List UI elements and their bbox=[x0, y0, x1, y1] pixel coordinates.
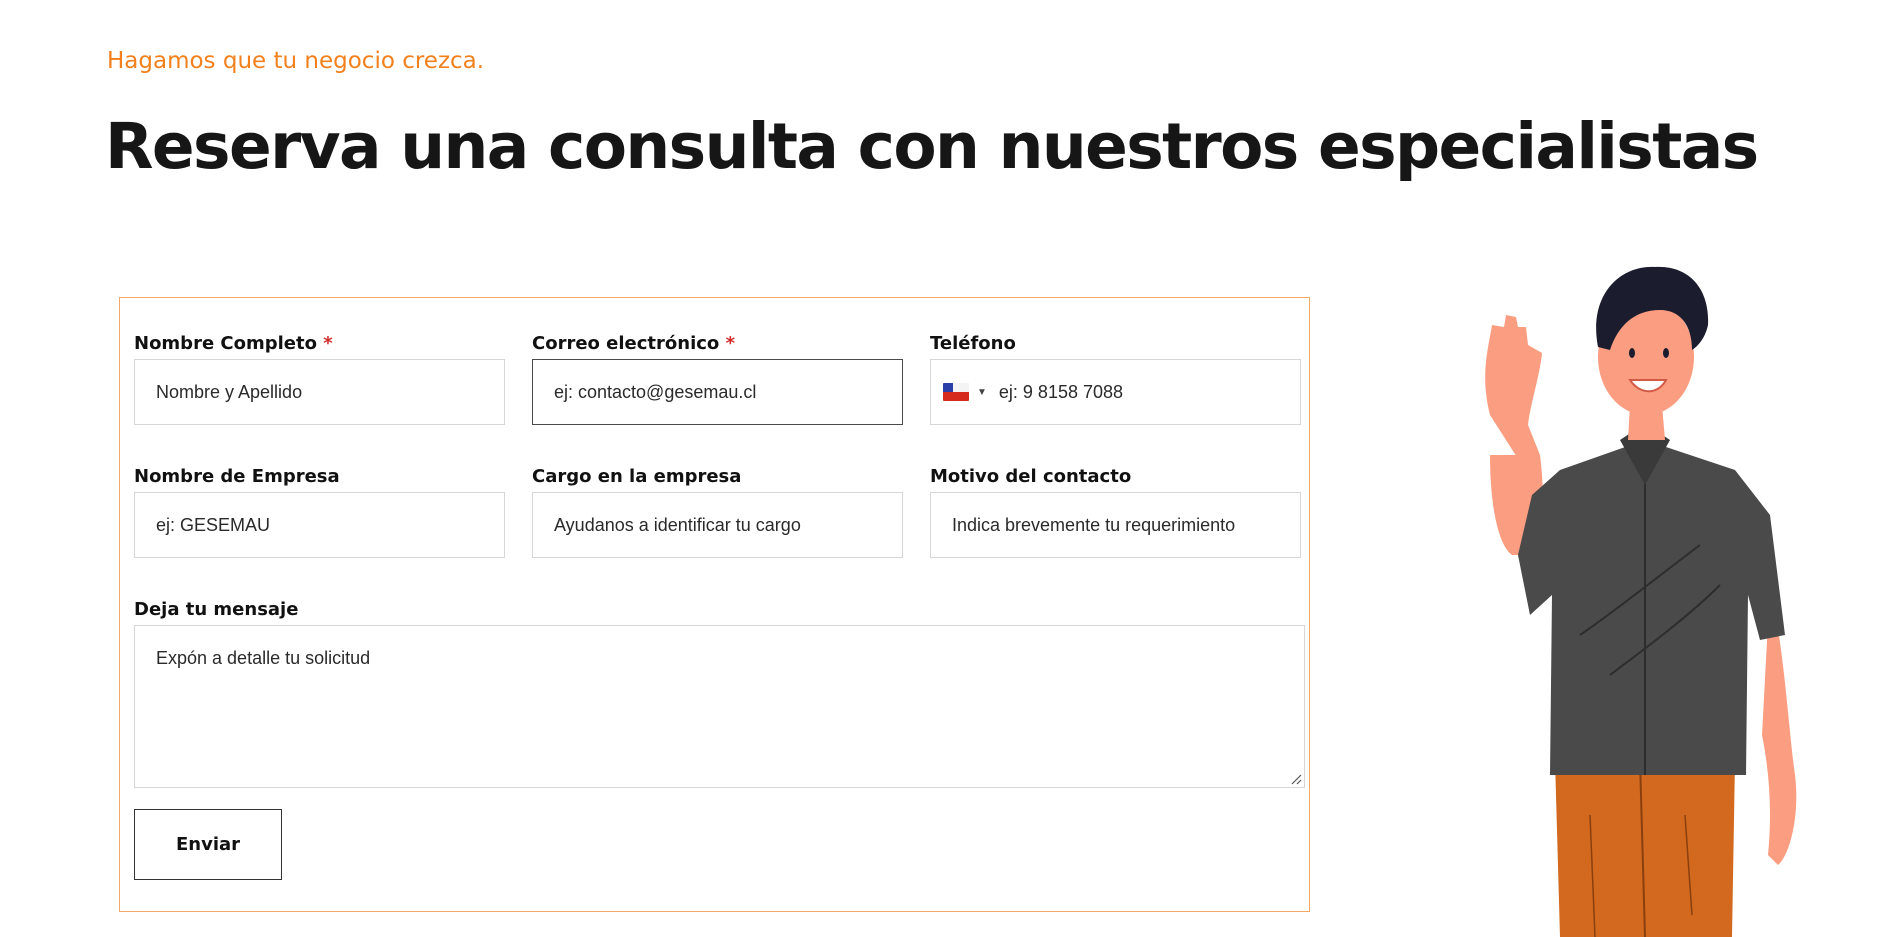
phone-placeholder: ej: 9 8158 7088 bbox=[998, 381, 1124, 402]
email-placeholder: ej: contacto@gesemau.cl bbox=[554, 381, 757, 402]
waving-person-illustration bbox=[1485, 266, 1797, 937]
reason-placeholder: Indica brevemente tu requerimiento bbox=[952, 514, 1236, 535]
position-label: Cargo en la empresa bbox=[532, 466, 742, 487]
email-input[interactable]: ej: contacto@gesemau.cl bbox=[532, 359, 903, 425]
company-placeholder: ej: GESEMAU bbox=[156, 514, 271, 535]
phone-label: Teléfono bbox=[930, 333, 1016, 354]
reason-input[interactable]: Indica brevemente tu requerimiento bbox=[930, 492, 1301, 558]
resize-handle-icon[interactable] bbox=[1290, 773, 1302, 785]
required-marker: * bbox=[725, 333, 735, 354]
company-input[interactable]: ej: GESEMAU bbox=[134, 492, 505, 558]
position-placeholder: Ayudanos a identificar tu cargo bbox=[554, 514, 801, 535]
page-title: Reserva una consulta con nuestros especi… bbox=[105, 110, 1759, 183]
submit-button[interactable]: Enviar bbox=[134, 809, 282, 880]
full-name-placeholder: Nombre y Apellido bbox=[156, 381, 303, 402]
eyebrow-tagline: Hagamos que tu negocio crezca. bbox=[107, 48, 485, 74]
required-marker: * bbox=[323, 333, 333, 354]
message-placeholder: Expón a detalle tu solicitud bbox=[156, 648, 371, 668]
phone-input[interactable]: ▼ ej: 9 8158 7088 bbox=[930, 359, 1301, 425]
company-label: Nombre de Empresa bbox=[134, 466, 340, 487]
chevron-down-icon[interactable]: ▼ bbox=[977, 387, 987, 398]
position-input[interactable]: Ayudanos a identificar tu cargo bbox=[532, 492, 903, 558]
full-name-label: Nombre Completo * bbox=[134, 333, 333, 354]
message-textarea[interactable]: Expón a detalle tu solicitud bbox=[134, 625, 1305, 788]
full-name-input[interactable]: Nombre y Apellido bbox=[134, 359, 505, 425]
email-label: Correo electrónico * bbox=[532, 333, 735, 354]
page: Hagamos que tu negocio crezca. Reserva u… bbox=[0, 0, 1894, 937]
message-label: Deja tu mensaje bbox=[134, 599, 299, 620]
chile-flag-icon[interactable] bbox=[943, 383, 969, 401]
reason-label: Motivo del contacto bbox=[930, 466, 1132, 487]
